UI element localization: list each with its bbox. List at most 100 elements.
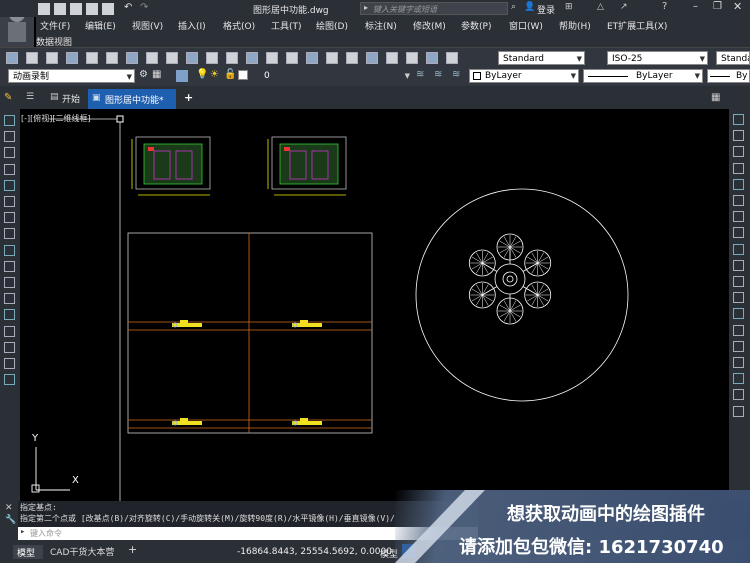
save-icon[interactable] (46, 52, 58, 64)
draw-tool-9-icon[interactable] (4, 244, 15, 256)
restore-icon[interactable]: ❐ (713, 1, 722, 12)
workspace-settings-icon[interactable]: ▦ (152, 69, 161, 80)
menu-draw[interactable]: 绘图(D) (316, 19, 348, 32)
undo-icon[interactable] (206, 52, 218, 64)
modify-tool-16-icon[interactable] (733, 357, 744, 368)
draw-tool-10-icon[interactable] (4, 260, 15, 272)
table-style-select[interactable]: Standa (716, 51, 750, 65)
login-link[interactable]: 登录 (537, 3, 555, 16)
draw-tool-4-icon[interactable] (4, 163, 15, 175)
draw-tool-12-icon[interactable] (4, 293, 15, 305)
redo-icon[interactable]: ↷ (140, 2, 148, 13)
modify-tool-17-icon[interactable] (733, 373, 744, 385)
redo-icon[interactable] (226, 52, 238, 64)
draw-tool-16-icon[interactable] (4, 358, 15, 369)
command-window-handle[interactable]: ✕ 🔧 (0, 501, 18, 540)
modify-tool-9-icon[interactable] (733, 243, 744, 255)
modify-tool-7-icon[interactable] (733, 211, 744, 223)
layer-properties-icon[interactable] (176, 70, 188, 82)
tab-layout[interactable]: CAD干货大本营 (50, 545, 114, 558)
menu-help[interactable]: 帮助(H) (559, 19, 591, 32)
linetype-select[interactable]: ByLayer ▼ (583, 69, 703, 83)
close-icon[interactable]: ✕ (733, 0, 742, 13)
menu-dimension[interactable]: 标注(N) (365, 19, 397, 32)
modify-tool-3-icon[interactable] (733, 146, 744, 158)
save-as-icon[interactable] (86, 3, 98, 15)
calculator-icon[interactable] (426, 52, 438, 64)
menu-insert[interactable]: 插入(I) (178, 19, 206, 32)
modify-tool-15-icon[interactable] (733, 340, 744, 352)
properties-icon[interactable] (326, 52, 338, 64)
modify-tool-1-icon[interactable] (733, 114, 744, 125)
pan-icon[interactable] (246, 52, 258, 64)
modify-tool-2-icon[interactable] (733, 130, 744, 142)
pencil-icon[interactable]: ✎ (4, 92, 12, 103)
modify-tool-14-icon[interactable] (733, 324, 744, 336)
draw-tool-11-icon[interactable] (4, 277, 15, 288)
lineweight-select[interactable]: By (707, 69, 750, 83)
gear-icon[interactable]: ⚙ (139, 69, 148, 80)
modify-tool-8-icon[interactable] (733, 227, 744, 239)
cart-icon[interactable]: ⊞ (565, 2, 573, 12)
draw-tool-7-icon[interactable] (4, 212, 15, 224)
dim-style-select[interactable]: ISO-25 ▼ (607, 51, 708, 65)
zoom-icon[interactable] (266, 52, 278, 64)
modify-tool-10-icon[interactable] (733, 259, 744, 271)
menu-file[interactable]: 文件(F) (40, 19, 70, 32)
tab-drawing[interactable]: ▣ 图形居中功能* (88, 89, 176, 109)
sheet-set-icon[interactable] (386, 52, 398, 64)
open-icon[interactable] (26, 52, 38, 64)
tool-palette-icon[interactable] (366, 52, 378, 64)
draw-tool-2-icon[interactable] (4, 131, 15, 143)
search-icon[interactable]: ⌕ (511, 2, 516, 12)
search-box[interactable]: ▸ 键入关键字或短语 (360, 2, 508, 15)
help-icon[interactable] (446, 52, 458, 64)
match-icon[interactable] (186, 52, 198, 64)
menu-tools[interactable]: 工具(T) (271, 19, 302, 32)
modify-tool-12-icon[interactable] (733, 292, 744, 304)
new-icon[interactable] (38, 3, 50, 15)
modify-tool-18-icon[interactable] (733, 389, 744, 401)
print-icon[interactable] (102, 3, 114, 15)
copy-icon[interactable] (146, 52, 158, 64)
menu-parametric[interactable]: 参数(P) (461, 19, 491, 32)
connect-icon[interactable]: ↗ (620, 2, 628, 12)
modify-tool-13-icon[interactable] (733, 308, 744, 320)
draw-tool-17-icon[interactable] (4, 374, 15, 386)
tab-start[interactable]: 开始 (62, 92, 80, 105)
color-select[interactable]: ByLayer ▼ (469, 69, 579, 83)
layer-previous-icon[interactable]: ≋ (416, 69, 424, 80)
drawing-canvas[interactable]: [-][俯视][二维线框] Y X (20, 109, 729, 501)
draw-tool-3-icon[interactable] (4, 147, 15, 159)
draw-tool-15-icon[interactable] (4, 341, 15, 353)
text-style-select[interactable]: Standard ▼ (498, 51, 585, 65)
tab-model[interactable]: 模型 (13, 545, 43, 559)
preview-icon[interactable] (86, 52, 98, 64)
print-icon[interactable] (66, 52, 78, 64)
draw-tool-1-icon[interactable] (4, 115, 15, 126)
add-layout-button[interactable]: + (128, 543, 137, 556)
menu-view[interactable]: 视图(V) (132, 19, 163, 32)
menu-window[interactable]: 窗口(W) (509, 19, 543, 32)
paste-icon[interactable] (166, 52, 178, 64)
modify-tool-5-icon[interactable] (733, 178, 744, 190)
exchange-icon[interactable]: △ (597, 2, 604, 12)
draw-tool-13-icon[interactable] (4, 309, 15, 321)
close-icon[interactable]: ✕ (5, 503, 13, 513)
zoom-window-icon[interactable] (286, 52, 298, 64)
modify-tool-19-icon[interactable] (733, 405, 744, 417)
modify-tool-6-icon[interactable] (733, 195, 744, 206)
menu-modify[interactable]: 修改(M) (413, 19, 446, 32)
new-tab-button[interactable]: + (184, 91, 193, 104)
tab-menu-icon[interactable]: ☰ (26, 92, 34, 102)
draw-tool-14-icon[interactable] (4, 325, 15, 337)
modify-tool-11-icon[interactable] (733, 276, 744, 287)
draw-tool-5-icon[interactable] (4, 179, 15, 191)
save-icon[interactable] (70, 3, 82, 15)
markup-icon[interactable] (406, 52, 418, 64)
layer-match-icon[interactable]: ≋ (434, 69, 442, 80)
undo-icon[interactable]: ↶ (124, 2, 132, 13)
menu-format[interactable]: 格式(O) (223, 19, 255, 32)
menu-edit[interactable]: 编辑(E) (85, 19, 116, 32)
workspace-select[interactable]: 动画录制 ▼ (8, 69, 135, 83)
